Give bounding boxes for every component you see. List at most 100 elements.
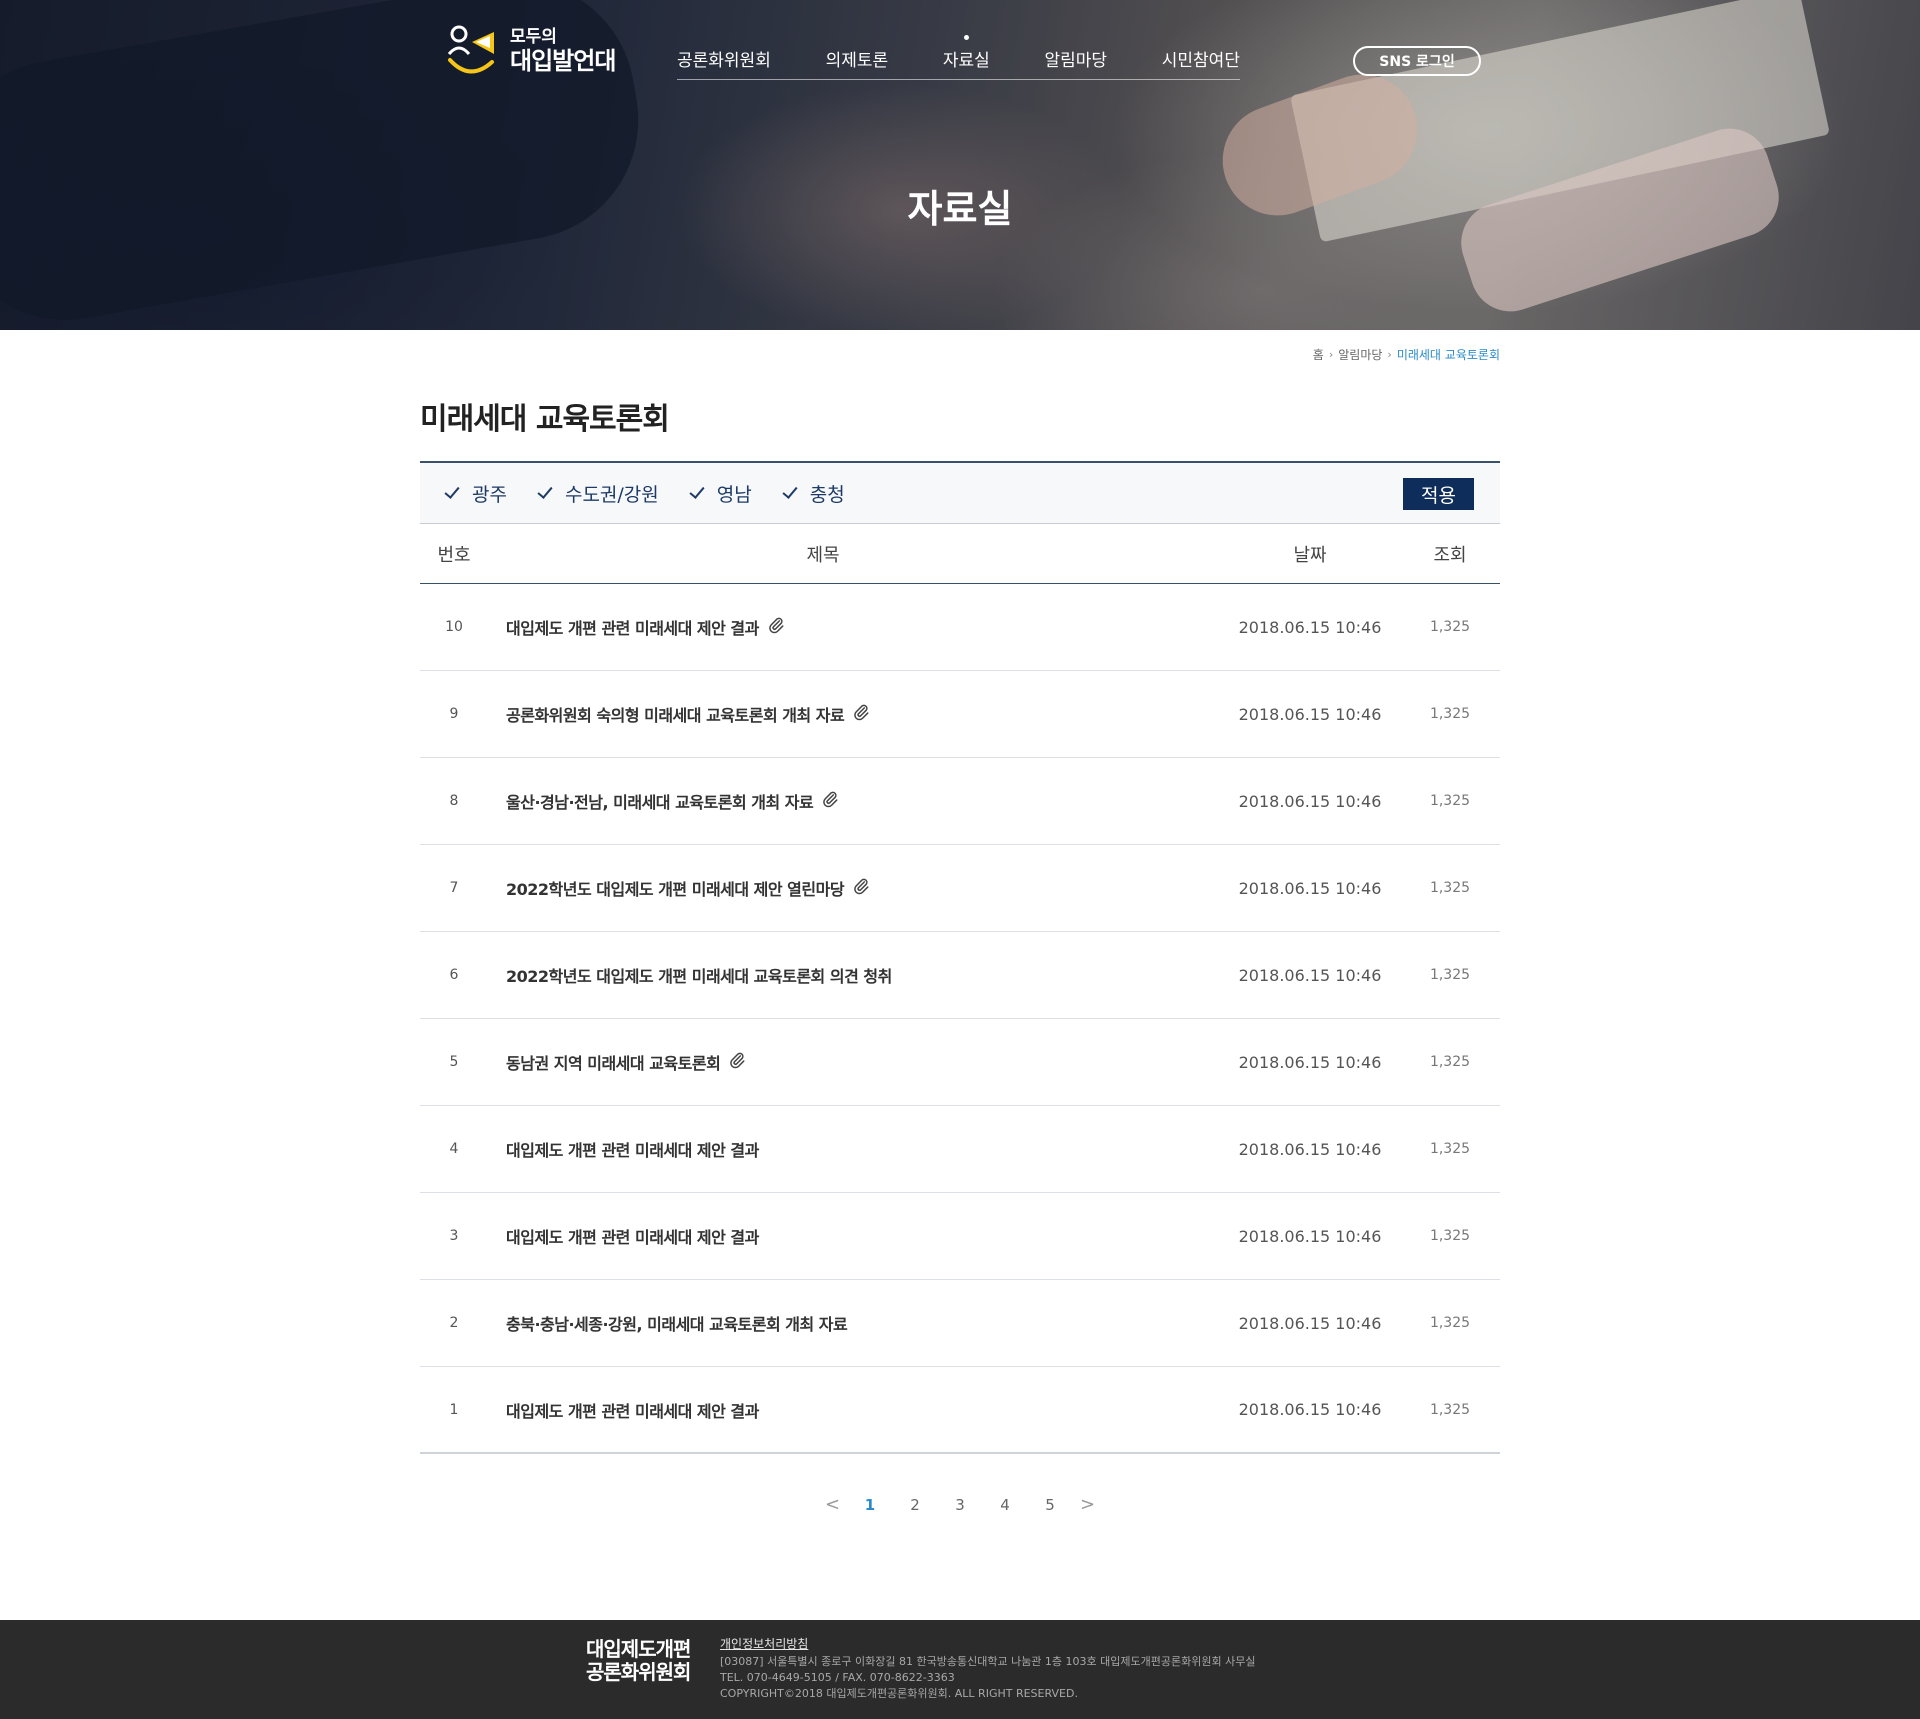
row-title[interactable]: 대입제도 개편 관련 미래세대 제안 결과 — [506, 1398, 759, 1422]
chevron-left-icon[interactable]: < — [818, 1494, 848, 1515]
page-5[interactable]: 5 — [1028, 1496, 1073, 1514]
row-title-cell[interactable]: 2022학년도 대입제도 개편 미래세대 제안 열린마당 — [488, 876, 1220, 900]
paperclip-icon — [759, 616, 785, 638]
site-footer: 대입제도개편 공론화위원회 개인정보처리방침 [03087] 서울특별시 종로구… — [0, 1620, 1920, 1719]
row-title-cell[interactable]: 대입제도 개편 관련 미래세대 제안 결과 — [488, 1224, 1220, 1248]
row-title-cell[interactable]: 공론화위원회 숙의형 미래세대 교육토론회 개최 자료 — [488, 702, 1220, 726]
paperclip-icon — [720, 1051, 746, 1073]
nav-item-notice[interactable]: 알림마당 — [1044, 46, 1107, 79]
filter-gwangju[interactable]: 광주 — [444, 480, 507, 507]
nav-item-archive[interactable]: 자료실 — [943, 35, 990, 79]
sns-login-button[interactable]: SNS 로그인 — [1353, 46, 1481, 76]
archive-board: 번호 제목 날짜 조회 10 대입제도 개편 관련 미래세대 제안 결과 2018.… — [420, 523, 1500, 1454]
page-3[interactable]: 3 — [938, 1496, 983, 1514]
row-views: 1,325 — [1429, 967, 1471, 983]
logo-small-text: 모두의 — [510, 27, 557, 47]
row-title[interactable]: 대입제도 개편 관련 미래세대 제안 결과 — [506, 1137, 759, 1161]
table-row[interactable]: 3 대입제도 개편 관련 미래세대 제안 결과 2018.06.15 10:46 1,… — [420, 1193, 1500, 1280]
row-title-cell[interactable]: 대입제도 개편 관련 미래세대 제안 결과 — [488, 1398, 1220, 1422]
board-header-row: 번호 제목 날짜 조회 — [420, 523, 1500, 584]
row-views: 1,325 — [1429, 706, 1471, 722]
header-num: 번호 — [437, 544, 471, 566]
check-icon[interactable] — [444, 484, 462, 502]
table-row[interactable]: 8 울산·경남·전남, 미래세대 교육토론회 개최 자료 2018.06.15 10… — [420, 758, 1500, 845]
row-num: 3 — [449, 1228, 459, 1244]
row-title[interactable]: 공론화위원회 숙의형 미래세대 교육토론회 개최 자료 — [506, 702, 845, 726]
table-row[interactable]: 10 대입제도 개편 관련 미래세대 제안 결과 2018.06.15 10:46 1… — [420, 584, 1500, 671]
table-row[interactable]: 2 충북·충남·세종·강원, 미래세대 교육토론회 개최 자료 2018.06.15… — [420, 1280, 1500, 1367]
site-logo[interactable]: 모두의 대입발언대 — [446, 24, 616, 78]
row-views: 1,325 — [1429, 880, 1471, 896]
check-icon[interactable] — [782, 484, 800, 502]
row-views: 1,325 — [1429, 1401, 1471, 1418]
row-date: 2018.06.15 10:46 — [1238, 791, 1382, 811]
breadcrumb-home[interactable]: 홈 — [1313, 346, 1324, 363]
row-num: 7 — [449, 880, 459, 896]
row-num: 9 — [449, 706, 459, 722]
nav-item-committee[interactable]: 공론화위원회 — [677, 46, 771, 79]
row-title-cell[interactable]: 대입제도 개편 관련 미래세대 제안 결과 — [488, 1137, 1220, 1161]
row-title-cell[interactable]: 대입제도 개편 관련 미래세대 제안 결과 — [488, 615, 1220, 639]
row-views: 1,325 — [1429, 793, 1471, 809]
row-title-cell[interactable]: 동남권 지역 미래세대 교육토론회 — [488, 1050, 1220, 1074]
header-views: 조회 — [1433, 544, 1467, 566]
row-title[interactable]: 대입제도 개편 관련 미래세대 제안 결과 — [506, 1224, 759, 1248]
row-title[interactable]: 2022학년도 대입제도 개편 미래세대 교육토론회 의견 청취 — [506, 963, 892, 987]
table-row[interactable]: 6 2022학년도 대입제도 개편 미래세대 교육토론회 의견 청취 2018.06… — [420, 932, 1500, 1019]
footer-contact: TEL. 070-4649-5105 / FAX. 070-8622-3363 — [720, 1671, 955, 1684]
chevron-right-icon: › — [1328, 348, 1334, 361]
header-title: 제목 — [806, 544, 840, 566]
pagination: < 1 2 3 4 5 > — [0, 1494, 1920, 1515]
row-title[interactable]: 동남권 지역 미래세대 교육토론회 — [506, 1050, 721, 1074]
row-title-cell[interactable]: 2022학년도 대입제도 개편 미래세대 교육토론회 의견 청취 — [488, 963, 1220, 987]
row-views: 1,325 — [1429, 1228, 1471, 1244]
table-row[interactable]: 9 공론화위원회 숙의형 미래세대 교육토론회 개최 자료 2018.06.15 1… — [420, 671, 1500, 758]
filter-chungcheong[interactable]: 충청 — [782, 480, 845, 507]
privacy-policy-link[interactable]: 개인정보처리방침 — [720, 1636, 1255, 1652]
filter-capital-gangwon[interactable]: 수도권/강원 — [537, 480, 659, 507]
row-num: 5 — [449, 1054, 459, 1070]
board-rows: 10 대입제도 개편 관련 미래세대 제안 결과 2018.06.15 10:46 1… — [420, 584, 1500, 1454]
row-date: 2018.06.15 10:46 — [1238, 1139, 1382, 1159]
page-1[interactable]: 1 — [848, 1496, 893, 1514]
row-num: 10 — [445, 619, 463, 635]
filter-label: 충청 — [809, 483, 845, 506]
breadcrumb: 홈 › 알림마당 › 미래세대 교육토론회 — [1313, 346, 1500, 363]
check-icon[interactable] — [537, 484, 555, 502]
breadcrumb-current: 미래세대 교육토론회 — [1396, 348, 1500, 362]
row-title-cell[interactable]: 충북·충남·세종·강원, 미래세대 교육토론회 개최 자료 — [488, 1311, 1220, 1335]
breadcrumb-level1[interactable]: 알림마당 — [1338, 346, 1382, 363]
footer-info: 개인정보처리방침 [03087] 서울특별시 종로구 이화장길 81 한국방송통… — [720, 1636, 1255, 1702]
row-date: 2018.06.15 10:46 — [1238, 1313, 1382, 1333]
row-date: 2018.06.15 10:46 — [1238, 617, 1382, 637]
row-title[interactable]: 울산·경남·전남, 미래세대 교육토론회 개최 자료 — [506, 789, 814, 813]
row-title[interactable]: 대입제도 개편 관련 미래세대 제안 결과 — [506, 615, 759, 639]
check-icon[interactable] — [689, 484, 707, 502]
footer-copyright: COPYRIGHT©2018 대입제도개편공론화위원회. ALL RIGHT R… — [720, 1687, 1078, 1700]
row-num: 2 — [449, 1315, 459, 1331]
row-title-cell[interactable]: 울산·경남·전남, 미래세대 교육토론회 개최 자료 — [488, 789, 1220, 813]
row-date: 2018.06.15 10:46 — [1238, 1052, 1382, 1072]
row-num: 1 — [449, 1401, 459, 1418]
nav-item-citizen[interactable]: 시민참여단 — [1162, 46, 1240, 79]
page-4[interactable]: 4 — [983, 1496, 1028, 1514]
page-2[interactable]: 2 — [893, 1496, 938, 1514]
row-title[interactable]: 2022학년도 대입제도 개편 미래세대 제안 열린마당 — [506, 876, 845, 900]
apply-filter-button[interactable]: 적용 — [1403, 478, 1474, 510]
row-views: 1,325 — [1429, 619, 1471, 635]
chevron-right-icon[interactable]: > — [1073, 1494, 1103, 1515]
filter-yeongnam[interactable]: 영남 — [689, 480, 752, 507]
table-row[interactable]: 7 2022학년도 대입제도 개편 미래세대 제안 열린마당 2018.06.15 … — [420, 845, 1500, 932]
page-title: 미래세대 교육토론회 — [420, 402, 670, 437]
table-row[interactable]: 1 대입제도 개편 관련 미래세대 제안 결과 2018.06.15 10:46 1,… — [420, 1367, 1500, 1454]
row-views: 1,325 — [1429, 1141, 1471, 1157]
table-row[interactable]: 5 동남권 지역 미래세대 교육토론회 2018.06.15 10:46 1,325 — [420, 1019, 1500, 1106]
row-date: 2018.06.15 10:46 — [1238, 965, 1382, 985]
row-date: 2018.06.15 10:46 — [1238, 1400, 1382, 1419]
row-title[interactable]: 충북·충남·세종·강원, 미래세대 교육토론회 개최 자료 — [506, 1311, 848, 1335]
main-nav: 공론화위원회 의제토론 자료실 알림마당 시민참여단 — [677, 35, 1240, 80]
table-row[interactable]: 4 대입제도 개편 관련 미래세대 제안 결과 2018.06.15 10:46 1,… — [420, 1106, 1500, 1193]
paperclip-icon — [844, 703, 870, 725]
row-date: 2018.06.15 10:46 — [1238, 1226, 1382, 1246]
nav-item-debate[interactable]: 의제토론 — [826, 46, 889, 79]
